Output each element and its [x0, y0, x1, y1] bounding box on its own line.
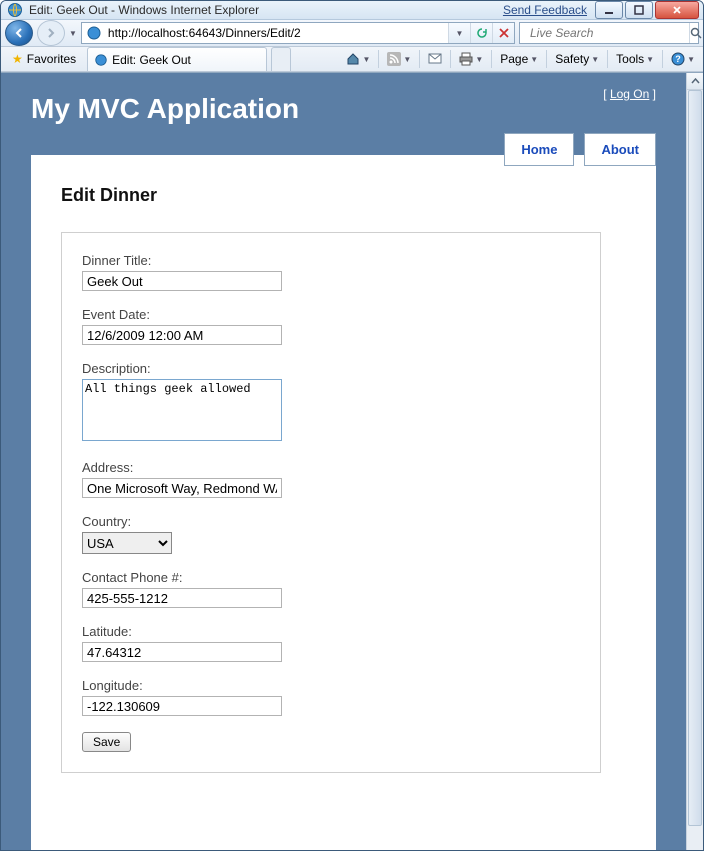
scroll-thumb[interactable] [688, 90, 702, 826]
menu-about[interactable]: About [584, 133, 656, 166]
label-event-date: Event Date: [82, 307, 580, 322]
maximize-button[interactable] [625, 1, 653, 19]
vertical-scrollbar[interactable] [686, 73, 703, 851]
favorites-bar: ★ Favorites Edit: Geek Out ▼ ▼ ▼ Page▼ S… [1, 47, 703, 72]
favorites-button[interactable]: ★ Favorites [5, 49, 83, 69]
titlebar: Edit: Geek Out - Windows Internet Explor… [1, 1, 703, 20]
read-mail-button[interactable] [424, 51, 446, 67]
close-button[interactable] [655, 1, 699, 19]
label-description: Description: [82, 361, 580, 376]
row-longitude: Longitude: [82, 678, 580, 716]
scroll-track[interactable] [687, 90, 703, 851]
label-address: Address: [82, 460, 580, 475]
edit-form: Dinner Title: Event Date: Description: A… [61, 232, 601, 773]
command-bar: ▼ ▼ ▼ Page▼ Safety▼ Tools▼ ?▼ [342, 50, 699, 68]
svg-text:?: ? [675, 54, 681, 64]
logon-block: [ Log On ] [603, 87, 656, 101]
nav-bar: ▼ ▼ [1, 20, 703, 47]
page-heading: Edit Dinner [61, 185, 626, 206]
help-button[interactable]: ?▼ [667, 50, 699, 68]
viewport: [ Log On ] My MVC Application Home About… [1, 72, 703, 851]
page-header: [ Log On ] My MVC Application Home About [1, 73, 686, 155]
save-button[interactable]: Save [82, 732, 131, 752]
input-description[interactable]: All things geek allowed [82, 379, 282, 441]
row-address: Address: [82, 460, 580, 498]
row-event-date: Event Date: [82, 307, 580, 345]
main-menu: Home About [504, 133, 656, 166]
menu-home[interactable]: Home [504, 133, 574, 166]
forward-button[interactable] [37, 20, 65, 46]
page-scroll: [ Log On ] My MVC Application Home About… [1, 73, 686, 851]
label-latitude: Latitude: [82, 624, 580, 639]
input-phone[interactable] [82, 588, 282, 608]
input-event-date[interactable] [82, 325, 282, 345]
ie-icon [7, 2, 23, 18]
row-latitude: Latitude: [82, 624, 580, 662]
url-input[interactable] [106, 24, 448, 42]
input-longitude[interactable] [82, 696, 282, 716]
row-description: Description: All things geek allowed [82, 361, 580, 444]
logon-link[interactable]: Log On [610, 87, 649, 101]
feeds-button[interactable]: ▼ [383, 50, 415, 68]
print-button[interactable]: ▼ [455, 50, 487, 68]
search-box [519, 22, 699, 44]
active-tab[interactable]: Edit: Geek Out [87, 47, 267, 71]
stop-button[interactable] [492, 23, 514, 43]
page-icon [86, 25, 102, 41]
label-phone: Contact Phone #: [82, 570, 580, 585]
input-latitude[interactable] [82, 642, 282, 662]
window-title: Edit: Geek Out - Windows Internet Explor… [29, 3, 503, 17]
refresh-button[interactable] [470, 23, 492, 43]
url-dropdown[interactable]: ▼ [448, 23, 470, 43]
minimize-button[interactable] [595, 1, 623, 19]
safety-menu[interactable]: Safety▼ [551, 50, 603, 68]
search-go-button[interactable] [689, 23, 702, 43]
window-buttons [595, 1, 699, 19]
label-title: Dinner Title: [82, 253, 580, 268]
tools-menu[interactable]: Tools▼ [612, 50, 658, 68]
tab-page-icon [94, 53, 108, 67]
row-title: Dinner Title: [82, 253, 580, 291]
row-country: Country: USA [82, 514, 580, 554]
row-phone: Contact Phone #: [82, 570, 580, 608]
label-country: Country: [82, 514, 580, 529]
page-menu[interactable]: Page▼ [496, 50, 542, 68]
scroll-up-button[interactable] [687, 73, 703, 90]
new-tab-button[interactable] [271, 47, 291, 71]
home-button[interactable]: ▼ [342, 50, 374, 68]
star-icon: ★ [12, 52, 23, 66]
tab-title: Edit: Geek Out [112, 53, 191, 67]
app-title: My MVC Application [31, 93, 656, 125]
nav-history-dropdown[interactable]: ▼ [69, 29, 77, 38]
input-address[interactable] [82, 478, 282, 498]
address-bar: ▼ [81, 22, 515, 44]
label-longitude: Longitude: [82, 678, 580, 693]
page-body: [ Log On ] My MVC Application Home About… [1, 73, 686, 851]
favorites-label: Favorites [27, 52, 76, 66]
search-input[interactable] [528, 25, 689, 41]
browser-window: Edit: Geek Out - Windows Internet Explor… [0, 0, 704, 851]
send-feedback-link[interactable]: Send Feedback [503, 3, 587, 17]
back-button[interactable] [5, 20, 33, 46]
select-country[interactable]: USA [82, 532, 172, 554]
input-title[interactable] [82, 271, 282, 291]
content-card: Edit Dinner Dinner Title: Event Date: De… [31, 155, 656, 851]
